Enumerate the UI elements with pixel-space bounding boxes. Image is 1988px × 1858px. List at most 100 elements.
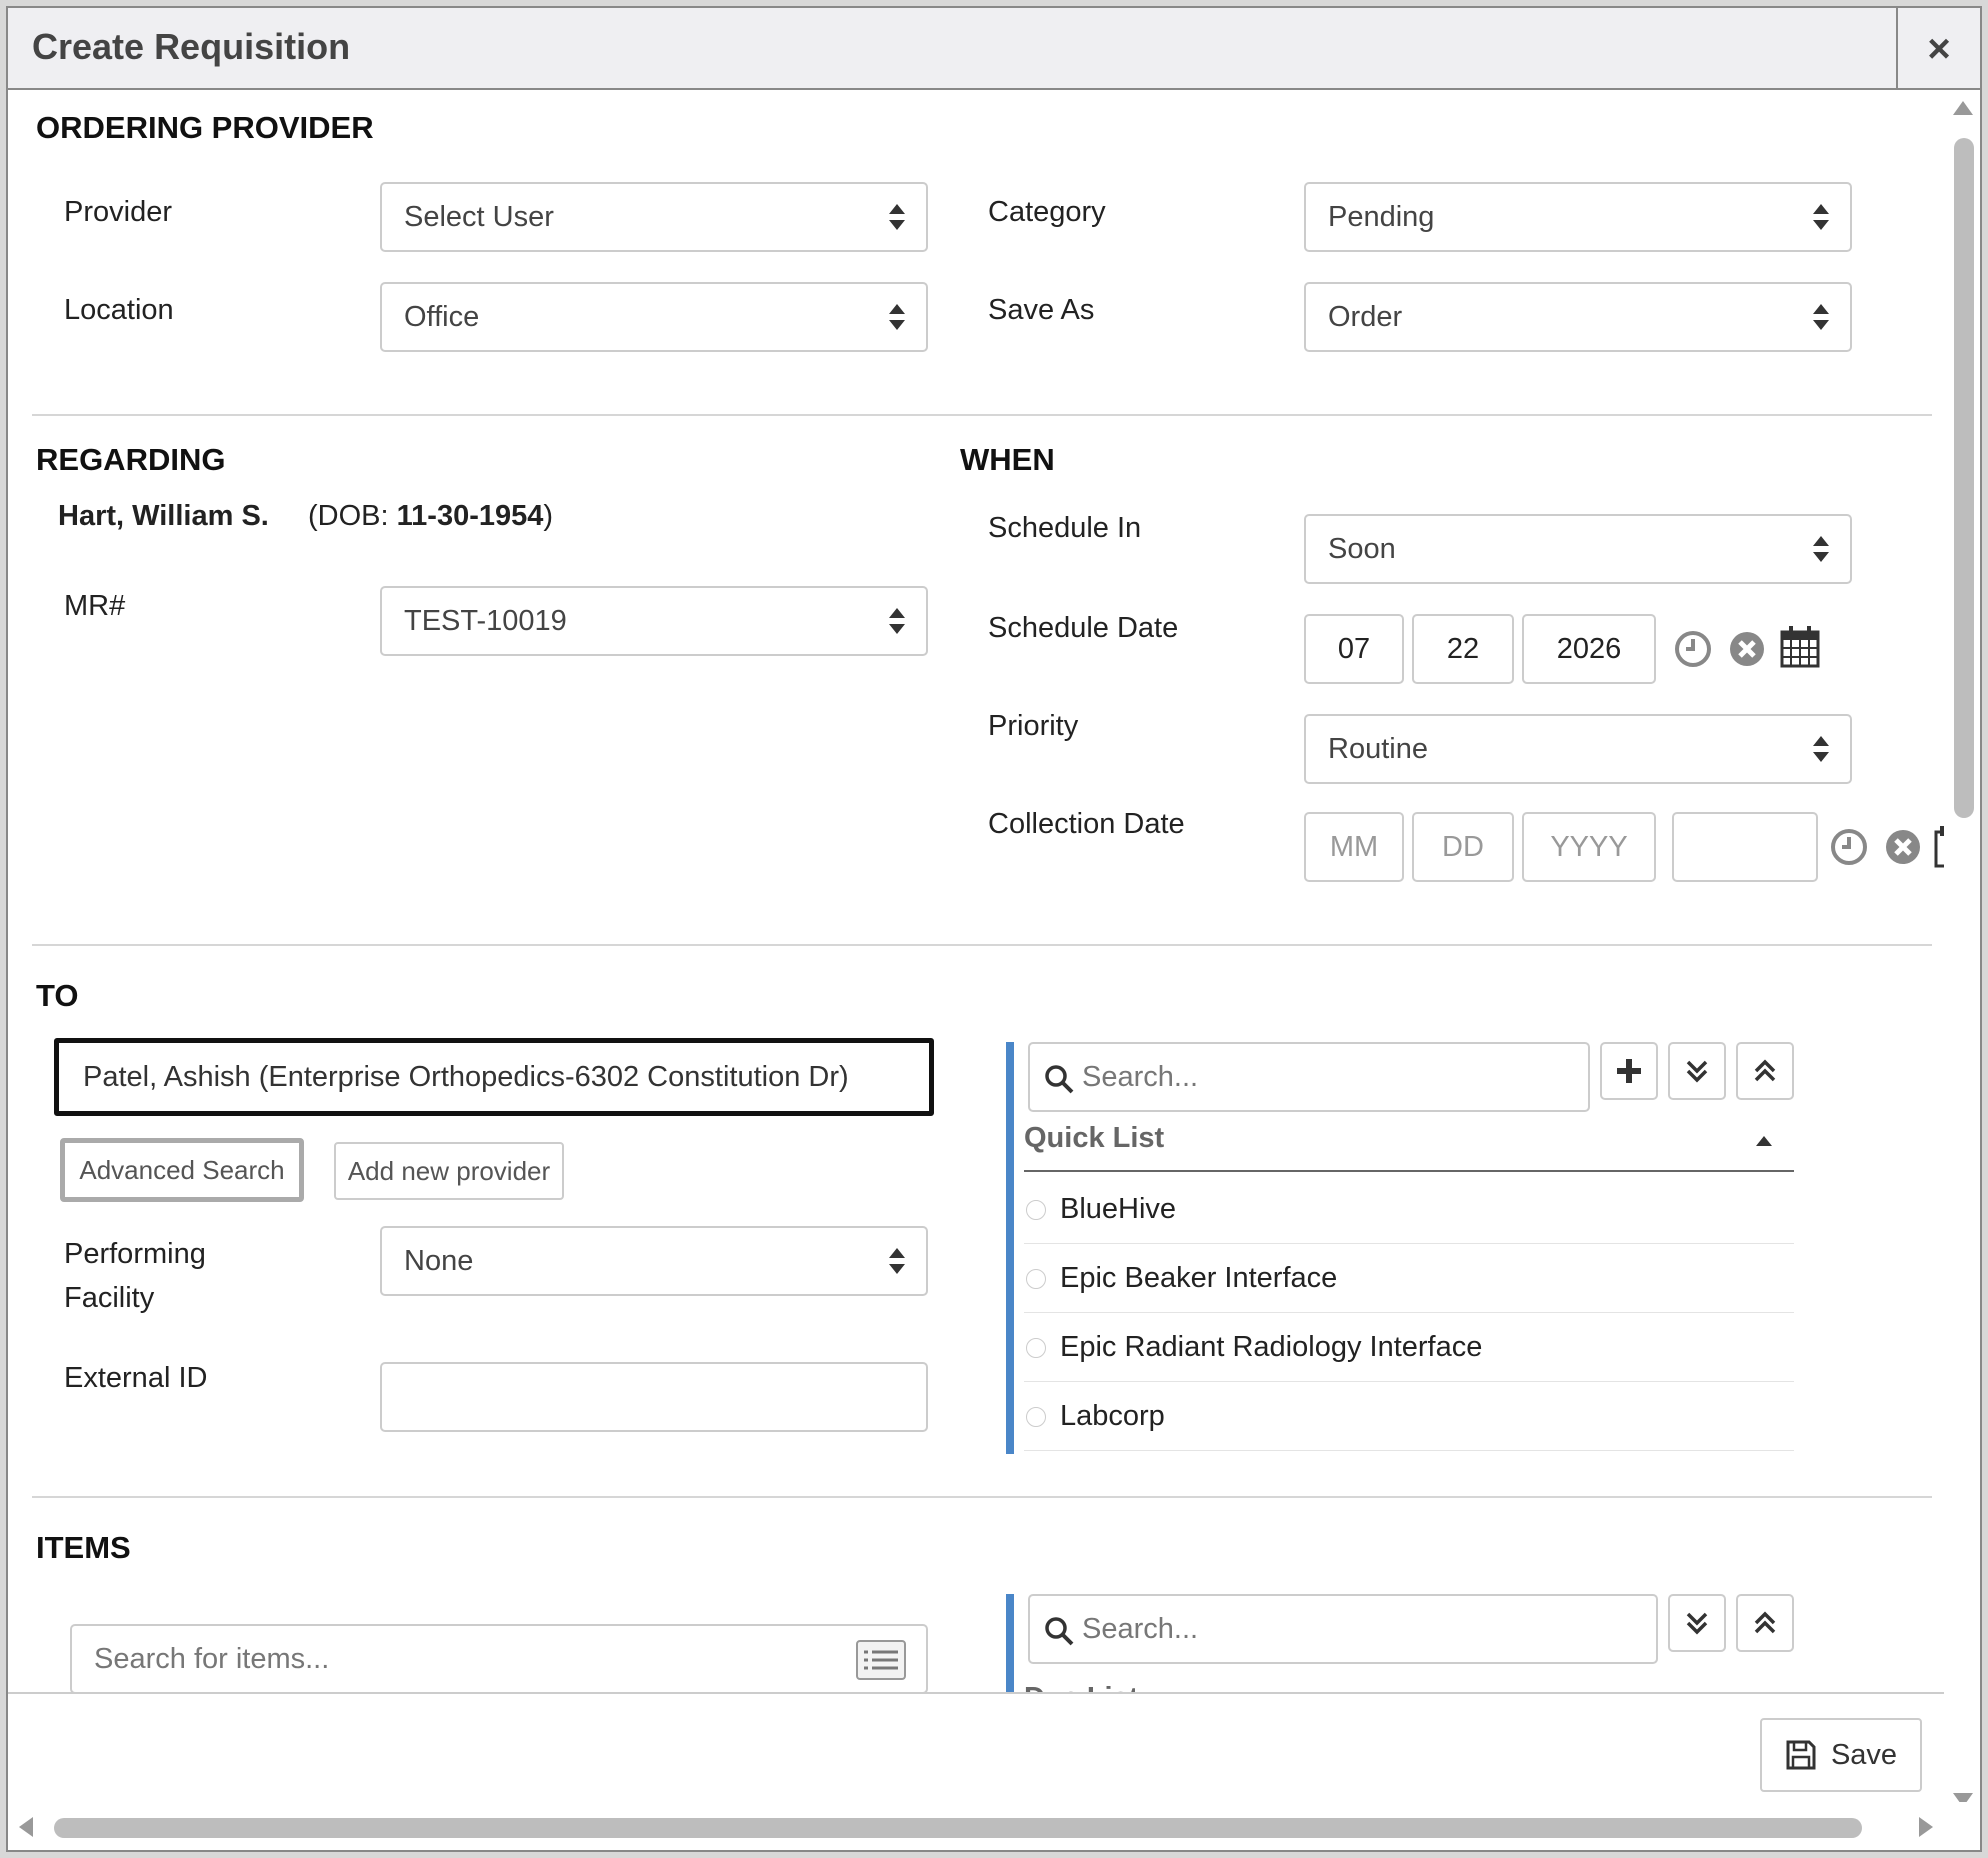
horizontal-scroll-thumb[interactable] [54, 1818, 1862, 1838]
mr-select[interactable]: TEST-10019 [380, 586, 928, 656]
location-select[interactable]: Office [380, 282, 928, 352]
floppy-disk-icon [1786, 1740, 1816, 1770]
expand-all-button[interactable] [1668, 1594, 1726, 1652]
clear-icon[interactable] [1884, 828, 1922, 866]
priority-select[interactable]: Routine [1304, 714, 1852, 784]
vertical-scrollbar[interactable] [1944, 92, 1980, 1807]
double-chevron-down-icon [1686, 1612, 1708, 1635]
category-select-value: Pending [1328, 200, 1435, 233]
schedule-in-label: Schedule In [988, 512, 1142, 544]
items-search-input[interactable]: Search for items... [70, 1624, 928, 1692]
mr-select-value: TEST-10019 [404, 604, 567, 637]
schedule-year-input[interactable]: 2026 [1522, 614, 1656, 684]
due-list-title[interactable]: Due List [1024, 1682, 1138, 1692]
quick-list-item[interactable]: Epic Radiant Radiology Interface [1024, 1314, 1794, 1382]
collection-month-input[interactable]: MM [1304, 812, 1404, 882]
to-search-input[interactable]: Search... [1028, 1042, 1590, 1112]
quick-list-header[interactable]: Quick List [1024, 1122, 1794, 1172]
sort-caret-icon [889, 608, 905, 634]
caret-up-icon [1756, 1136, 1772, 1146]
collection-date-label: Collection Date [988, 808, 1185, 840]
sort-caret-icon [1813, 736, 1829, 762]
dialog-content: ORDERING PROVIDER Provider Select User C… [8, 92, 1948, 1692]
location-select-value: Office [404, 300, 480, 333]
save-button[interactable]: Save [1760, 1718, 1922, 1792]
category-label: Category [988, 196, 1106, 228]
mr-label: MR# [64, 590, 126, 622]
vertical-scroll-thumb[interactable] [1954, 138, 1974, 818]
list-icon[interactable] [856, 1640, 906, 1680]
collapse-all-button[interactable] [1736, 1594, 1794, 1652]
when-heading: WHEN [960, 442, 1055, 477]
performing-facility-label: Performing Facility [64, 1238, 206, 1314]
performing-facility-select-value: None [404, 1244, 474, 1277]
items-panel-accent [1006, 1594, 1014, 1692]
section-divider [32, 414, 1932, 416]
schedule-in-select-value: Soon [1328, 532, 1396, 565]
items-heading: ITEMS [36, 1530, 131, 1565]
items-right-search-input[interactable]: Search... [1028, 1594, 1658, 1664]
schedule-day-input[interactable]: 22 [1412, 614, 1514, 684]
scroll-up-arrow-icon[interactable] [1952, 100, 1974, 116]
radio-icon [1026, 1268, 1046, 1289]
external-id-input[interactable] [380, 1362, 928, 1432]
save-as-label: Save As [988, 294, 1095, 326]
schedule-in-select[interactable]: Soon [1304, 514, 1852, 584]
calendar-icon[interactable] [1780, 626, 1820, 668]
collapse-all-button[interactable] [1736, 1042, 1794, 1100]
scroll-left-arrow-icon[interactable] [18, 1816, 34, 1838]
patient-dob: (DOB: 11-30-1954) [308, 500, 554, 532]
clear-icon[interactable] [1728, 630, 1766, 668]
search-icon [1045, 1065, 1074, 1094]
search-icon [1045, 1617, 1074, 1646]
to-provider-field[interactable]: Patel, Ashish (Enterprise Orthopedics-63… [54, 1038, 934, 1116]
category-select[interactable]: Pending [1304, 182, 1852, 252]
save-button-label: Save [1830, 1738, 1898, 1771]
double-chevron-up-icon [1754, 1611, 1776, 1634]
external-id-label: External ID [64, 1362, 208, 1394]
collection-year-input[interactable]: YYYY [1522, 812, 1656, 882]
patient-name: Hart, William S. [58, 500, 269, 532]
location-label: Location [64, 294, 174, 326]
provider-select[interactable]: Select User [380, 182, 928, 252]
sort-caret-icon [889, 1248, 905, 1274]
dialog-titlebar: Create Requisition × [8, 8, 1980, 90]
expand-all-button[interactable] [1668, 1042, 1726, 1100]
provider-label: Provider [64, 196, 172, 228]
collection-time-input[interactable] [1672, 812, 1818, 882]
to-heading: TO [36, 978, 79, 1013]
priority-select-value: Routine [1328, 732, 1428, 765]
clock-icon[interactable] [1830, 828, 1868, 866]
quick-list-item[interactable]: Epic Beaker Interface [1024, 1245, 1794, 1313]
scroll-right-arrow-icon[interactable] [1918, 1816, 1934, 1838]
double-chevron-down-icon [1686, 1060, 1708, 1083]
add-new-provider-button[interactable]: Add new provider [334, 1142, 564, 1200]
quick-list-item[interactable]: Labcorp [1024, 1383, 1794, 1451]
save-as-select[interactable]: Order [1304, 282, 1852, 352]
quick-list-item[interactable]: BlueHive [1024, 1176, 1794, 1244]
clock-icon[interactable] [1674, 630, 1712, 668]
sort-caret-icon [1813, 304, 1829, 330]
sort-caret-icon [1813, 204, 1829, 230]
performing-facility-select[interactable]: None [380, 1226, 928, 1296]
section-divider [32, 1496, 1932, 1498]
sort-caret-icon [889, 304, 905, 330]
radio-icon [1026, 1199, 1046, 1220]
dialog-title: Create Requisition [32, 26, 351, 67]
close-icon: × [1927, 26, 1951, 71]
advanced-search-button[interactable]: Advanced Search [60, 1138, 304, 1202]
sort-caret-icon [889, 204, 905, 230]
sort-caret-icon [1813, 536, 1829, 562]
horizontal-scrollbar[interactable] [8, 1802, 1980, 1850]
create-requisition-dialog: Create Requisition × ORDERING PROVIDER P… [6, 6, 1982, 1852]
collection-day-input[interactable]: DD [1412, 812, 1514, 882]
close-button[interactable]: × [1896, 8, 1980, 90]
priority-label: Priority [988, 710, 1079, 742]
double-chevron-up-icon [1754, 1059, 1776, 1082]
save-as-select-value: Order [1328, 300, 1403, 333]
schedule-month-input[interactable]: 07 [1304, 614, 1404, 684]
to-panel-accent [1006, 1042, 1014, 1454]
add-button[interactable] [1600, 1042, 1658, 1100]
footer-divider [8, 1692, 1948, 1694]
to-provider-value: Patel, Ashish (Enterprise Orthopedics-63… [83, 1060, 849, 1093]
